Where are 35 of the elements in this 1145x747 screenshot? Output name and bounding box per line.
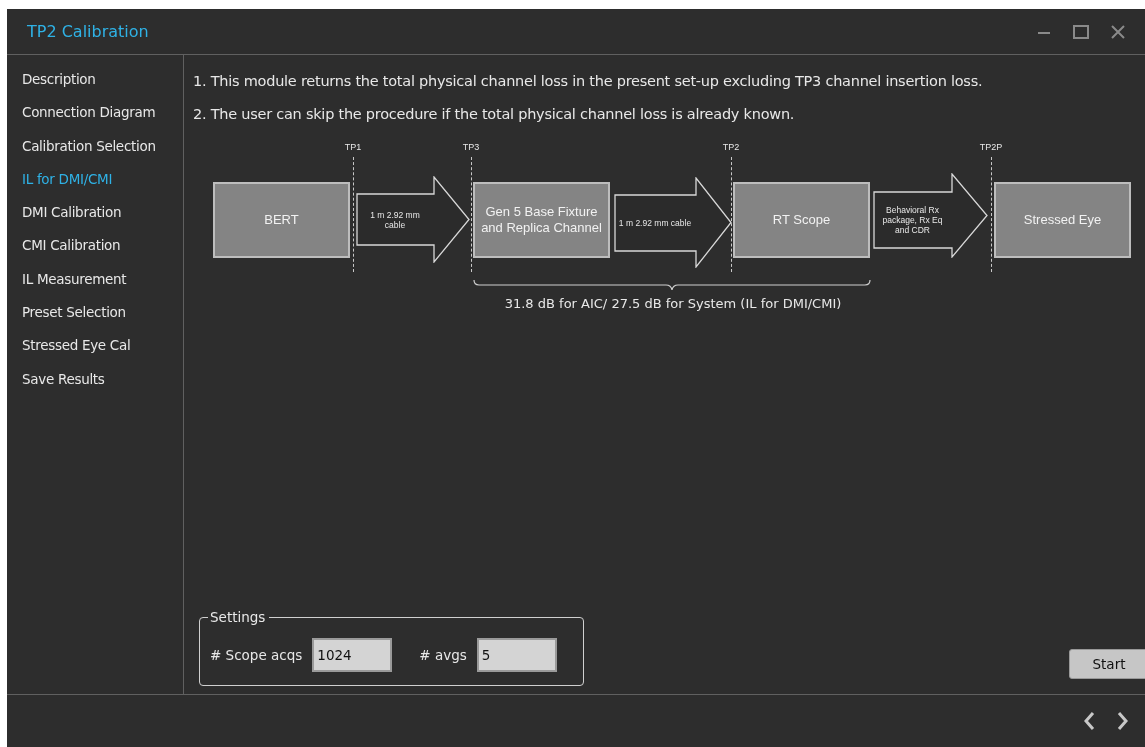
sidebar-item[interactable]: Connection Diagram [7, 104, 183, 138]
connector-label: 1 m 2.92 mm cable [369, 208, 421, 232]
start-button[interactable]: Start [1069, 649, 1145, 679]
forward-icon[interactable] [1117, 711, 1129, 731]
window-title: TP2 Calibration [27, 22, 149, 41]
diagram-block: BERT [213, 182, 350, 258]
sidebar-item[interactable]: Preset Selection [7, 304, 183, 338]
settings-legend: Settings [208, 609, 270, 625]
field-label: # Scope acqs [210, 647, 303, 663]
field-label: # avgs [419, 647, 467, 663]
sidebar-item[interactable]: DMI Calibration [7, 204, 183, 238]
sidebar-item[interactable]: IL for DMI/CMI [7, 170, 183, 205]
sidebar-item[interactable]: CMI Calibration [7, 237, 183, 271]
sidebar-item[interactable]: Calibration Selection [7, 137, 183, 171]
sidebar-item[interactable]: Stressed Eye Cal [7, 337, 183, 371]
diagram-block: Gen 5 Base Fixture and Replica Channel [473, 182, 610, 258]
diagram-block: Stressed Eye [994, 182, 1131, 258]
brace-caption: 31.8 dB for AIC/ 27.5 dB for System (IL for DMI/CMI) [503, 296, 843, 311]
back-icon[interactable] [1083, 711, 1095, 731]
test-point-label: TP1 [343, 142, 363, 152]
close-icon[interactable] [1111, 24, 1125, 39]
sidebar-item[interactable]: Description [7, 71, 183, 105]
test-point-label: TP3 [461, 142, 481, 152]
sidebar-item[interactable]: Save Results [7, 370, 183, 404]
instruction-text: 1. This module returns the total physical channel loss in the present set-up excluding TP3 channel insertion loss. [193, 72, 984, 91]
input-field[interactable]: 5 [476, 638, 557, 672]
maximize-icon[interactable] [1073, 24, 1089, 39]
test-point-label: TP2 [721, 142, 741, 152]
connector-label: Behavioral Rx package, Rx Eq and CDR [881, 204, 944, 237]
input-field[interactable]: 1024 [312, 638, 393, 672]
test-point-label: TP2P [978, 142, 1004, 152]
connector-label: 1 m 2.92 mm cable [618, 217, 692, 230]
instruction-text: 2. The user can skip the procedure if the total physical channel loss is already known. [193, 105, 796, 124]
sidebar-item[interactable]: IL Measurement [7, 270, 183, 305]
diagram-block: RT Scope [733, 182, 870, 258]
